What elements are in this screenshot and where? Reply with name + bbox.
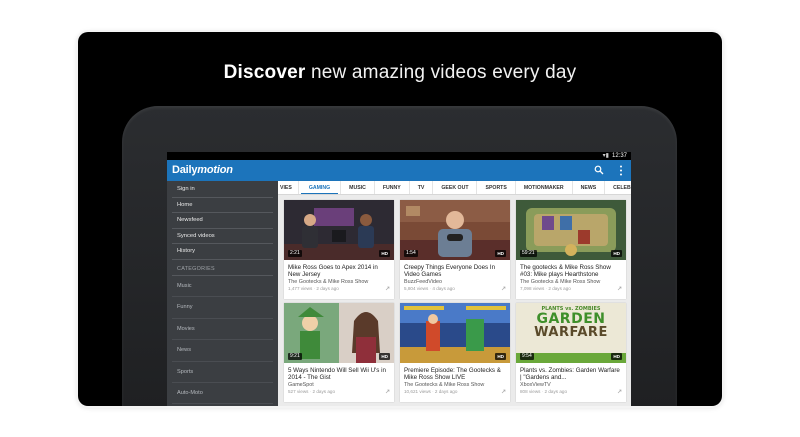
video-channel[interactable]: GameSpot: [284, 382, 394, 389]
overflow-menu-icon[interactable]: [619, 165, 623, 176]
app-bar: Dailymotion: [167, 160, 631, 181]
promo-headline: Discover new amazing videos every day: [223, 62, 577, 83]
video-title[interactable]: The gootecks & Mike Ross Show #03: Mike …: [516, 260, 626, 279]
video-title[interactable]: Mike Ross Goes to Apex 2014 in New Jerse…: [284, 260, 394, 279]
video-title[interactable]: Plants vs. Zombies: Garden Warfare | "Ga…: [516, 363, 626, 382]
tab-funny[interactable]: FUNNY: [375, 181, 410, 194]
categories-header: CATEGORIES: [172, 266, 273, 276]
duration-badge: 2:21: [288, 250, 302, 257]
promo-card: Discover new amazing videos every day ▾▮…: [78, 32, 722, 406]
hd-badge: HD: [379, 250, 390, 257]
status-bar: ▾▮ 12:37: [167, 152, 631, 160]
share-icon[interactable]: [385, 389, 390, 394]
video-channel[interactable]: The Gootecks & Mike Ross Show: [516, 279, 626, 286]
video-meta: 527 views · 2 days ago: [284, 389, 394, 395]
hd-badge: HD: [495, 250, 506, 257]
video-meta: 7,098 views · 2 days ago: [516, 286, 626, 292]
video-thumbnail[interactable]: 9:21 HD: [284, 303, 394, 363]
sidebar-item-home[interactable]: Home: [172, 198, 273, 214]
duration-badge: 9:54: [520, 353, 534, 360]
video-card[interactable]: 9:21 HD 5 Ways Nintendo Will Sell Wii U'…: [284, 303, 394, 402]
share-icon[interactable]: [501, 286, 506, 291]
video-meta: 1,477 views · 2 days ago: [284, 286, 394, 292]
duration-badge: 59:21: [520, 250, 537, 257]
video-channel[interactable]: XboxViewTV: [516, 382, 626, 389]
tab-tv[interactable]: TV: [410, 181, 434, 194]
duration-badge: 1:54: [404, 250, 418, 257]
video-thumbnail[interactable]: PLANTS vs. ZOMBIES GARDEN WARFARE 9:54 H…: [516, 303, 626, 363]
category-tabs: VIES GAMING MUSIC FUNNY TV GEEK OUT SPOR…: [278, 181, 631, 195]
category-news[interactable]: News: [172, 340, 273, 362]
video-meta: 10,621 views · 2 days ago: [400, 389, 510, 395]
video-title[interactable]: Premiere Episode: The Gootecks & Mike Ro…: [400, 363, 510, 382]
video-card[interactable]: PLANTS vs. ZOMBIES GARDEN WARFARE 9:54 H…: [516, 303, 626, 402]
video-thumbnail[interactable]: 1:54 HD: [400, 200, 510, 260]
video-title[interactable]: Creepy Things Everyone Does In Video Gam…: [400, 260, 510, 279]
hd-badge: HD: [379, 353, 390, 360]
video-thumbnail[interactable]: 59:21 HD: [516, 200, 626, 260]
status-time: 12:37: [611, 153, 627, 159]
category-auto-moto[interactable]: Auto-Moto: [172, 383, 273, 405]
duration-badge: 9:21: [288, 353, 302, 360]
dailymotion-logo[interactable]: Dailymotion: [172, 164, 233, 176]
share-icon[interactable]: [617, 389, 622, 394]
search-icon[interactable]: [594, 165, 604, 175]
hd-badge: HD: [611, 353, 622, 360]
tab-gaming[interactable]: GAMING: [299, 181, 342, 194]
video-thumbnail[interactable]: HD: [400, 303, 510, 363]
video-card[interactable]: 2:21 HD Mike Ross Goes to Apex 2014 in N…: [284, 200, 394, 299]
tab-sports[interactable]: SPORTS: [477, 181, 516, 194]
video-card[interactable]: 59:21 HD The gootecks & Mike Ross Show #…: [516, 200, 626, 299]
video-channel[interactable]: BuzzFeedVideo: [400, 279, 510, 286]
share-icon[interactable]: [501, 389, 506, 394]
tab-news[interactable]: NEWS: [573, 181, 606, 194]
tab-celeb[interactable]: CELEB: [605, 181, 631, 194]
share-icon[interactable]: [617, 286, 622, 291]
video-meta: 808 views · 2 days ago: [516, 389, 626, 395]
hd-badge: HD: [611, 250, 622, 257]
sidebar-item-sign-in[interactable]: Sign in: [172, 182, 273, 198]
sidebar-item-newsfeed[interactable]: Newsfeed: [172, 213, 273, 229]
video-feed: VIES GAMING MUSIC FUNNY TV GEEK OUT SPOR…: [278, 181, 631, 406]
hd-badge: HD: [495, 353, 506, 360]
tab-motionmaker[interactable]: MOTIONMAKER: [516, 181, 573, 194]
sidebar-item-synced-videos[interactable]: Synced videos: [172, 229, 273, 245]
tab-geek-out[interactable]: GEEK OUT: [433, 181, 478, 194]
video-channel[interactable]: The Gootecks & Mike Ross Show: [284, 279, 394, 286]
video-card[interactable]: 1:54 HD Creepy Things Everyone Does In V…: [400, 200, 510, 299]
signal-icon: ▾▮: [602, 153, 609, 159]
navigation-drawer: Sign in Home Newsfeed Synced videos Hist…: [167, 181, 278, 406]
tablet-screen: ▾▮ 12:37 Dailymotion Sign in Home Newsfee…: [167, 152, 631, 406]
category-movies[interactable]: Movies: [172, 319, 273, 341]
video-card[interactable]: HD Premiere Episode: The Gootecks & Mike…: [400, 303, 510, 402]
pvz-logo: PLANTS vs. ZOMBIES GARDEN WARFARE: [534, 306, 608, 340]
thumbnail-fighting-game-image: [400, 303, 510, 363]
tab-music[interactable]: MUSIC: [341, 181, 375, 194]
video-meta: 5,804 views · 4 days ago: [400, 286, 510, 292]
category-funny[interactable]: Funny: [172, 297, 273, 319]
video-title[interactable]: 5 Ways Nintendo Will Sell Wii U's in 201…: [284, 363, 394, 382]
category-sports[interactable]: Sports: [172, 362, 273, 383]
tab-movies[interactable]: VIES: [278, 181, 299, 194]
share-icon[interactable]: [385, 286, 390, 291]
video-channel[interactable]: The Gootecks & Mike Ross Show: [400, 382, 510, 389]
category-music[interactable]: Music: [172, 276, 273, 298]
video-thumbnail[interactable]: 2:21 HD: [284, 200, 394, 260]
sidebar-item-history[interactable]: History: [172, 244, 273, 260]
